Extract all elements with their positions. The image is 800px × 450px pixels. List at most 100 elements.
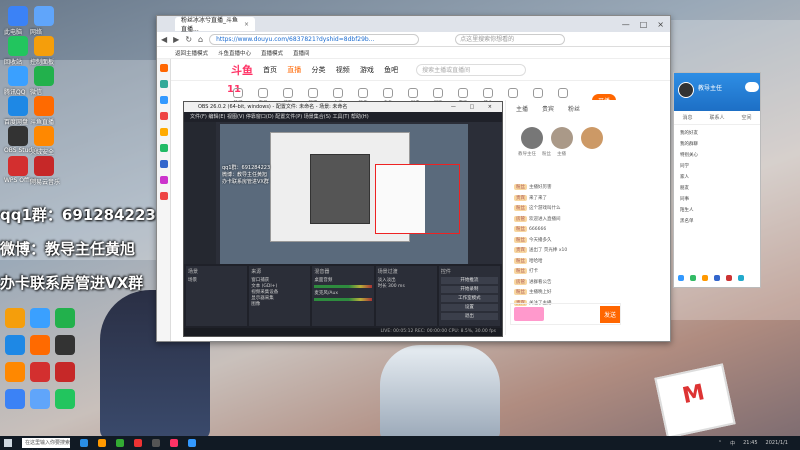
contact-group[interactable]: 我的群聊 [680, 139, 754, 150]
user-badge[interactable]: 粉丝 [514, 257, 527, 264]
minimize-button[interactable]: — [622, 20, 630, 29]
app-icon[interactable] [98, 439, 106, 447]
scene-item[interactable]: 场景 [188, 277, 245, 283]
nav-live[interactable]: 直播 [287, 66, 301, 74]
avatar[interactable] [678, 82, 694, 98]
contact-group[interactable]: 朋友 [680, 183, 754, 194]
home-icon[interactable]: ⌂ [198, 35, 203, 44]
desktop-app-icon[interactable] [5, 335, 25, 355]
douyu-search-input[interactable]: 搜索主播或直播间 [416, 63, 527, 76]
ime-indicator[interactable]: 中 [730, 440, 735, 447]
app-icon[interactable] [80, 439, 88, 447]
mail-icon[interactable] [702, 275, 708, 281]
user-badge[interactable]: 粉丝 [514, 205, 527, 212]
obs-menubar[interactable]: 文件(F) 编辑(E) 视图(V) 停靠窗口(D) 配置文件(P) 场景集合(S… [184, 112, 502, 122]
desktop-app-icon[interactable] [8, 36, 28, 56]
sidebar-icon[interactable] [159, 144, 168, 152]
obs-preview[interactable]: qq1群：691284223 微博：教导主任黄旭 办卡联系房管进VX群 [220, 124, 468, 264]
bookmark-item[interactable]: 直播模式 [261, 49, 283, 57]
desktop-app-icon[interactable] [30, 335, 50, 355]
app-icon[interactable] [134, 439, 142, 447]
user-badge[interactable]: 粉丝 [514, 226, 527, 233]
clock-date[interactable]: 2021/1/1 [766, 440, 788, 447]
desktop-app-icon[interactable] [8, 126, 28, 146]
sidebar-icon[interactable] [159, 64, 168, 72]
desktop-app-icon[interactable] [34, 36, 54, 56]
nav-yuba[interactable]: 鱼吧 [384, 66, 398, 74]
exit-button[interactable]: 退出 [440, 313, 499, 320]
avatar[interactable] [521, 127, 543, 149]
bookmark-item[interactable]: 返回主播模式 [175, 49, 208, 57]
settings-button[interactable]: 设置 [440, 304, 499, 311]
sidebar-icon[interactable] [159, 160, 168, 168]
sidebar-icon[interactable] [159, 112, 168, 120]
app-icon[interactable] [738, 275, 744, 281]
studio-mode-button[interactable]: 工作室模式 [440, 295, 499, 302]
sidebar-icon[interactable] [159, 192, 168, 200]
desktop-app-icon[interactable] [34, 66, 54, 86]
user-badge[interactable]: 贵宾 [514, 247, 527, 254]
douyu-logo[interactable]: 斗鱼 [231, 62, 253, 78]
desktop-app-icon[interactable] [55, 335, 75, 355]
app-icon[interactable] [170, 439, 178, 447]
desktop-app-icon[interactable] [8, 156, 28, 176]
user-badge[interactable]: 房管 [514, 215, 527, 222]
avatar[interactable] [551, 127, 573, 149]
desktop-app-icon[interactable] [5, 308, 25, 328]
user-badge[interactable]: 粉丝 [514, 184, 527, 191]
desktop-app-icon[interactable] [55, 308, 75, 328]
avatar[interactable] [581, 127, 603, 149]
preview-selection-box[interactable] [375, 164, 460, 234]
file-icon[interactable] [690, 275, 696, 281]
contact-group[interactable]: 陌生人 [680, 205, 754, 216]
desktop-app-icon[interactable] [8, 6, 28, 26]
bookmark-item[interactable]: 直播间 [293, 49, 310, 57]
sidebar-icon[interactable] [159, 80, 168, 88]
taskbar-search[interactable]: 在这里输入你要搜索的内容 [22, 438, 70, 448]
obs-window-controls[interactable]: — □ × [451, 102, 502, 112]
app-icon[interactable] [152, 439, 160, 447]
desktop-app-icon[interactable] [5, 362, 25, 382]
browser-tab[interactable]: 粉丝冰冰兮直播_斗鱼直播... × [175, 17, 255, 33]
messenger-tab[interactable]: 空间 [741, 114, 751, 121]
user-badge[interactable]: 贵宾 [514, 194, 527, 201]
maximize-button[interactable]: □ [640, 20, 648, 29]
contact-group[interactable]: 同事 [680, 194, 754, 205]
messenger-tab[interactable]: 联系人 [709, 114, 724, 121]
nav-home[interactable]: 首页 [263, 66, 277, 74]
desktop-app-icon[interactable] [30, 389, 50, 409]
app-icon[interactable] [726, 275, 732, 281]
chat-tab[interactable]: 贵宾 [542, 104, 554, 113]
source-item[interactable]: 图像 [251, 301, 308, 307]
messenger-tab[interactable]: 消息 [682, 114, 692, 121]
contact-group[interactable]: 同学 [680, 161, 754, 172]
refresh-icon[interactable]: ↻ [185, 35, 192, 44]
menu-icon[interactable] [678, 275, 684, 281]
contact-group[interactable]: 我的好友 [680, 128, 754, 139]
desktop-app-icon[interactable] [8, 66, 28, 86]
forward-icon[interactable]: ▶ [173, 35, 179, 44]
clock-time[interactable]: 21:45 [743, 440, 757, 447]
bookmark-item[interactable]: 斗鱼直播中心 [218, 49, 251, 57]
chat-tab[interactable]: 粉丝 [568, 104, 580, 113]
desktop-app-icon[interactable] [55, 362, 75, 382]
desktop-app-icon[interactable] [30, 308, 50, 328]
volume-meter[interactable] [314, 298, 372, 301]
desktop-app-icon[interactable] [34, 6, 54, 26]
chat-tab[interactable]: 主播 [516, 104, 528, 113]
sidebar-icon[interactable] [159, 96, 168, 104]
desktop-app-icon[interactable] [5, 389, 25, 409]
desktop-app-icon[interactable] [34, 126, 54, 146]
app-icon[interactable] [116, 439, 124, 447]
chat-input-area[interactable]: 发送 [510, 303, 621, 325]
start-streaming-button[interactable]: 开始推流 [440, 277, 499, 284]
windows-start-icon[interactable] [4, 439, 12, 447]
settings-icon[interactable] [714, 275, 720, 281]
nav-category[interactable]: 分类 [311, 66, 325, 74]
desktop-app-icon[interactable] [34, 96, 54, 116]
gift-icon[interactable] [514, 307, 544, 321]
contact-group[interactable]: 黑名单 [680, 216, 754, 227]
user-badge[interactable]: 房管 [514, 278, 527, 285]
desktop-app-icon[interactable] [30, 362, 50, 382]
close-button[interactable]: × [657, 20, 664, 29]
